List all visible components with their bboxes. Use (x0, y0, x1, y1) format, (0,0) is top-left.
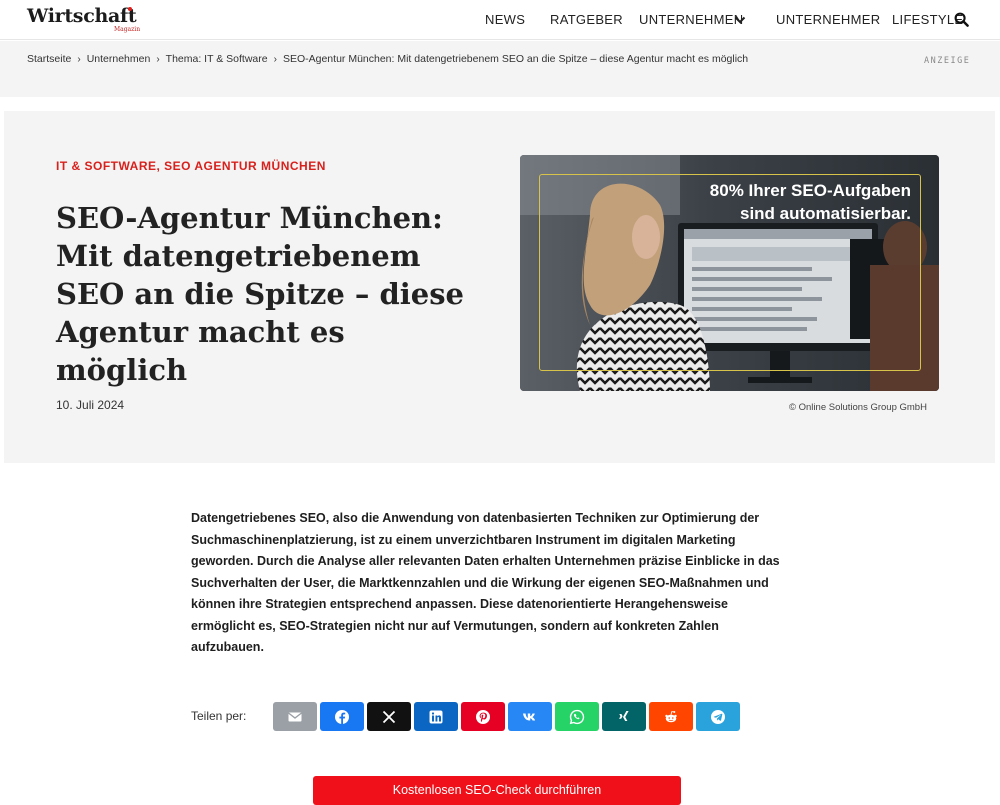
share-telegram-button[interactable] (696, 702, 740, 731)
breadcrumb: Startseite › Unternehmen › Thema: IT & Softw… (27, 53, 748, 65)
share-pinterest-button[interactable] (461, 702, 505, 731)
breadcrumb-item-topic[interactable]: Thema: IT & Software (166, 53, 268, 65)
ad-label: ANZEIGE (924, 56, 971, 66)
breadcrumb-item-unternehmen[interactable]: Unternehmen (87, 53, 151, 65)
share-reddit-button[interactable] (649, 702, 693, 731)
seo-check-cta-button[interactable]: Kostenlosen SEO-Check durchführen (313, 776, 681, 805)
logo-dot (128, 7, 132, 11)
chevron-down-icon[interactable] (734, 14, 746, 26)
nav-item-lifestyle[interactable]: LIFESTYLE (892, 0, 963, 40)
pinterest-icon (476, 709, 490, 724)
telegram-icon (711, 709, 725, 724)
share-email-button[interactable] (273, 702, 317, 731)
image-credit: © Online Solutions Group GmbH (789, 402, 927, 413)
chevron-right-icon: › (156, 54, 160, 65)
share-facebook-button[interactable] (320, 702, 364, 731)
article-title: SEO-Agentur München: Mit datengetriebene… (56, 201, 464, 387)
nav-item-unternehmen[interactable]: UNTERNEHMEN (639, 0, 743, 40)
logo-subtitle: Magazin (114, 26, 141, 33)
breadcrumb-bar (0, 41, 1000, 97)
site-logo[interactable]: Wirtschaft (27, 5, 137, 27)
article-hero-image: 80% Ihrer SEO-Aufgaben sind automatisier… (520, 155, 939, 391)
image-headline: 80% Ihrer SEO-Aufgaben sind automatisier… (709, 181, 911, 223)
share-whatsapp-button[interactable] (555, 702, 599, 731)
whatsapp-icon (569, 709, 585, 724)
x-icon (382, 710, 396, 723)
article-category[interactable]: IT & SOFTWARE, SEO AGENTUR MÜNCHEN (56, 159, 326, 173)
vk-icon (523, 713, 536, 720)
breadcrumb-item-home[interactable]: Startseite (27, 53, 71, 65)
article-date: 10. Juli 2024 (56, 398, 125, 412)
breadcrumb-item-current: SEO-Agentur München: Mit datengetriebene… (282, 53, 749, 65)
site-header: Wirtschaft Magazin NEWS RATGEBER UNTERNE… (0, 0, 1000, 40)
share-vk-button[interactable] (508, 702, 552, 731)
xing-icon (619, 710, 629, 721)
share-linkedin-button[interactable] (414, 702, 458, 731)
chevron-right-icon: › (273, 54, 277, 65)
nav-item-unternehmer[interactable]: UNTERNEHMER (776, 0, 880, 40)
reddit-icon (665, 710, 677, 722)
nav-item-ratgeber[interactable]: RATGEBER (550, 0, 623, 40)
share-x-button[interactable] (367, 702, 411, 731)
linkedin-icon (429, 710, 443, 723)
nav-item-news[interactable]: NEWS (485, 0, 525, 40)
mail-icon (288, 711, 302, 721)
facebook-icon (335, 709, 349, 724)
chevron-right-icon: › (77, 54, 81, 65)
share-label: Teilen per: (191, 709, 247, 723)
share-xing-button[interactable] (602, 702, 646, 731)
search-icon[interactable] (954, 12, 969, 27)
article-lead: Datengetriebenes SEO, also die Anwendung… (191, 511, 780, 654)
